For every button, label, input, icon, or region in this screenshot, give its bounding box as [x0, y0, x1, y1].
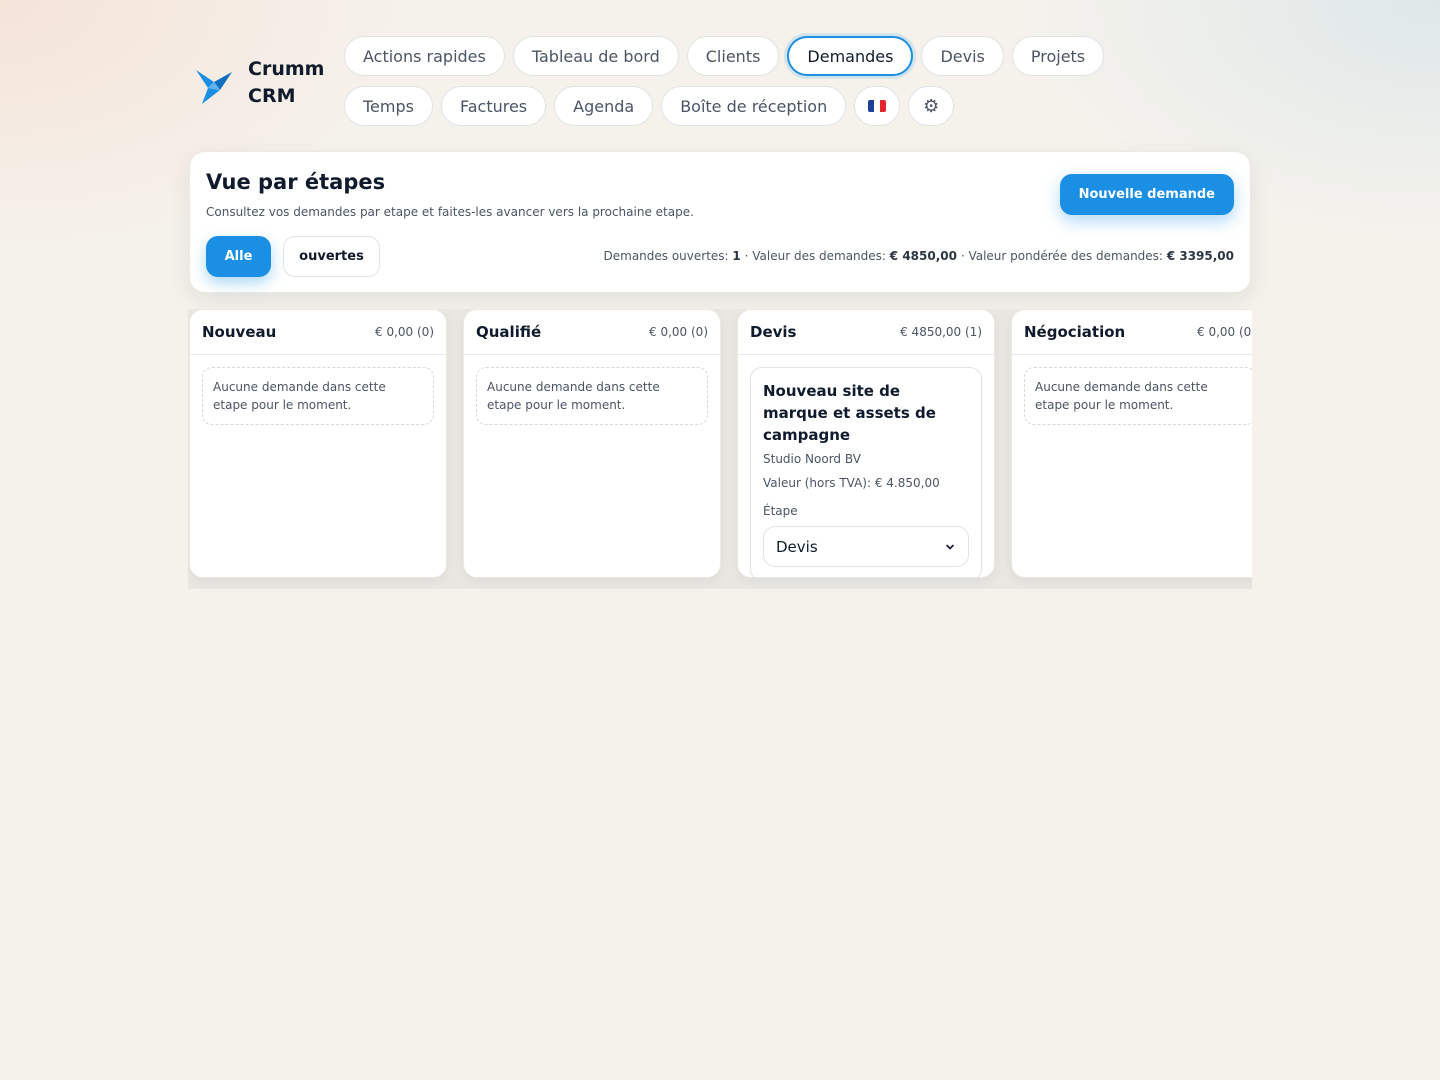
request-stats: Demandes ouvertes: 1 · Valeur des demand…: [604, 249, 1235, 263]
stage-view-header: Vue par étapes Consultez vos demandes pa…: [189, 151, 1251, 293]
kanban-board[interactable]: Nouveau € 0,00 (0) Aucune demande dans c…: [188, 309, 1252, 589]
column-title: Nouveau: [202, 323, 277, 341]
column-sum: € 0,00 (0): [649, 325, 708, 339]
request-value: Valeur (hors TVA): € 4.850,00: [763, 476, 940, 490]
request-client: Studio Noord BV: [763, 452, 861, 466]
nav-agenda[interactable]: Agenda: [554, 86, 654, 126]
brand[interactable]: Crumm CRM: [194, 56, 338, 110]
stage-column-qualifie: Qualifié € 0,00 (0) Aucune demande dans …: [463, 309, 721, 578]
column-title: Négociation: [1024, 323, 1126, 341]
nav-tableau-de-bord[interactable]: Tableau de bord: [512, 36, 679, 76]
bird-logo-icon: [196, 70, 232, 104]
column-sum: € 0,00 (0): [1197, 325, 1252, 339]
filter-all-button[interactable]: Alle: [206, 236, 271, 277]
nav-actions-rapides[interactable]: Actions rapides: [344, 36, 505, 76]
column-sum: € 4850,00 (1): [900, 325, 982, 339]
filter-open-button[interactable]: ouvertes: [283, 236, 380, 277]
open-requests-label: Demandes ouvertes:: [603, 249, 729, 263]
weighted-value-label: Valeur pondérée des demandes:: [968, 249, 1163, 263]
column-title: Qualifié: [476, 323, 542, 341]
nav-devis[interactable]: Devis: [921, 36, 1004, 76]
new-request-button[interactable]: Nouvelle demande: [1059, 174, 1234, 215]
stage-select[interactable]: Devis: [763, 526, 969, 567]
nav-clients[interactable]: Clients: [686, 36, 780, 76]
brand-name: Crumm CRM: [248, 58, 325, 107]
requests-value-label: Valeur des demandes:: [752, 249, 886, 263]
stage-select-value: Devis: [776, 537, 818, 556]
page-subtitle: Consultez vos demandes par etape et fait…: [206, 205, 694, 219]
open-requests-value: 1: [732, 249, 741, 263]
empty-state: Aucune demande dans cette etape pour le …: [202, 367, 434, 425]
language-button[interactable]: [854, 86, 901, 126]
stage-select-label: Étape: [763, 504, 798, 518]
nav-projets[interactable]: Projets: [1011, 36, 1105, 76]
column-header: Négociation € 0,00 (0): [1012, 310, 1252, 355]
french-flag-icon: [868, 100, 887, 112]
request-card[interactable]: Nouveau site de marque et assets de camp…: [750, 367, 982, 581]
weighted-value: € 3395,00: [1166, 249, 1234, 263]
settings-button[interactable]: ⚙: [908, 86, 955, 126]
request-title[interactable]: Nouveau site de marque et assets de camp…: [763, 380, 969, 446]
nav-boite-de-reception[interactable]: Boîte de réception: [661, 86, 847, 126]
nav-temps[interactable]: Temps: [344, 86, 433, 126]
stage-column-negociation: Négociation € 0,00 (0) Aucune demande da…: [1011, 309, 1252, 578]
column-header: Devis € 4850,00 (1): [738, 310, 994, 355]
column-header: Nouveau € 0,00 (0): [190, 310, 446, 355]
stage-column-devis: Devis € 4850,00 (1) Nouveau site de marq…: [737, 309, 995, 581]
column-sum: € 0,00 (0): [375, 325, 434, 339]
column-header: Qualifié € 0,00 (0): [464, 310, 720, 355]
stage-column-nouveau: Nouveau € 0,00 (0) Aucune demande dans c…: [189, 309, 447, 578]
column-title: Devis: [750, 323, 797, 341]
empty-state: Aucune demande dans cette etape pour le …: [1024, 367, 1252, 425]
nav-factures[interactable]: Factures: [440, 86, 547, 126]
chevron-down-icon: [946, 544, 954, 549]
nav-demandes[interactable]: Demandes: [787, 36, 914, 76]
requests-value: € 4850,00: [889, 249, 957, 263]
gear-icon: ⚙: [923, 95, 940, 117]
empty-state: Aucune demande dans cette etape pour le …: [476, 367, 708, 425]
main-nav: Actions rapides Tableau de bord Clients …: [344, 36, 1174, 126]
page-title: Vue par étapes: [206, 170, 386, 194]
